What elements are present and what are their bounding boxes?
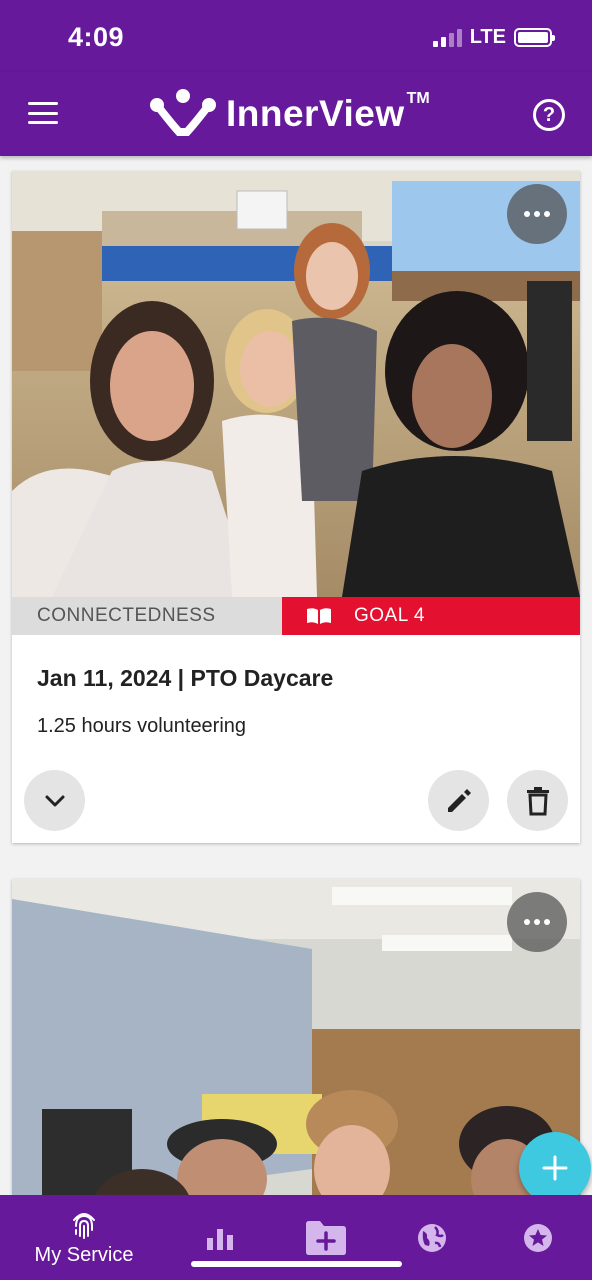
goal-label: GOAL 4 [354, 605, 425, 626]
delete-button[interactable] [507, 770, 568, 831]
bar-chart-icon [207, 1228, 233, 1250]
trademark: TM [406, 90, 430, 107]
signal-icon [432, 28, 462, 47]
add-button[interactable] [519, 1132, 591, 1204]
brand-name: InnerView [226, 93, 405, 134]
nav-explore[interactable] [412, 1195, 452, 1280]
goal-tag: GOAL 4 [282, 597, 580, 635]
fingerprint-icon [73, 1213, 95, 1239]
expand-button[interactable] [24, 770, 85, 831]
help-icon[interactable]: ? [533, 99, 565, 131]
card-title: Jan 11, 2024 | PTO Daycare [37, 665, 334, 691]
pencil-icon [447, 788, 471, 812]
category-tag: CONNECTEDNESS [12, 597, 282, 635]
globe-icon [418, 1223, 446, 1252]
network-label: LTE [469, 26, 506, 48]
nav-label-my-service: My Service [34, 1244, 134, 1266]
service-photo [12, 879, 580, 1209]
service-photo [12, 171, 580, 597]
app-logo: InnerView TM [148, 88, 430, 140]
bottom-nav: My Service [0, 1195, 592, 1280]
status-indicators: LTE [432, 26, 555, 49]
card-subtitle: 1.25 hours volunteering [37, 715, 247, 737]
home-indicator [191, 1261, 402, 1267]
battery-icon [514, 28, 555, 47]
add-folder-icon [306, 1220, 346, 1255]
app-header: InnerView TM ? [0, 72, 592, 156]
plus-icon [542, 1155, 568, 1181]
status-time: 4:09 [68, 22, 125, 52]
logo-mark-icon [150, 89, 216, 136]
nav-achievements[interactable] [518, 1195, 558, 1280]
gym-photo-image [12, 171, 580, 597]
trash-icon [526, 786, 549, 815]
star-icon [524, 1223, 552, 1252]
status-bar: 4:09 LTE [0, 0, 592, 72]
tag-row: CONNECTEDNESS GOAL 4 [12, 597, 580, 635]
book-icon [307, 608, 331, 624]
service-card [12, 879, 580, 1209]
room-photo-image [12, 879, 580, 1209]
more-options-button[interactable] [507, 184, 567, 244]
more-options-button[interactable] [507, 892, 567, 952]
service-card: CONNECTEDNESS GOAL 4 Jan 11, 2024 | PTO … [12, 171, 580, 843]
chevron-down-icon [45, 795, 64, 806]
nav-add-service[interactable] [300, 1195, 352, 1280]
nav-my-service[interactable]: My Service [28, 1195, 140, 1280]
menu-icon[interactable] [28, 102, 58, 124]
nav-stats[interactable] [195, 1195, 245, 1280]
edit-button[interactable] [428, 770, 489, 831]
